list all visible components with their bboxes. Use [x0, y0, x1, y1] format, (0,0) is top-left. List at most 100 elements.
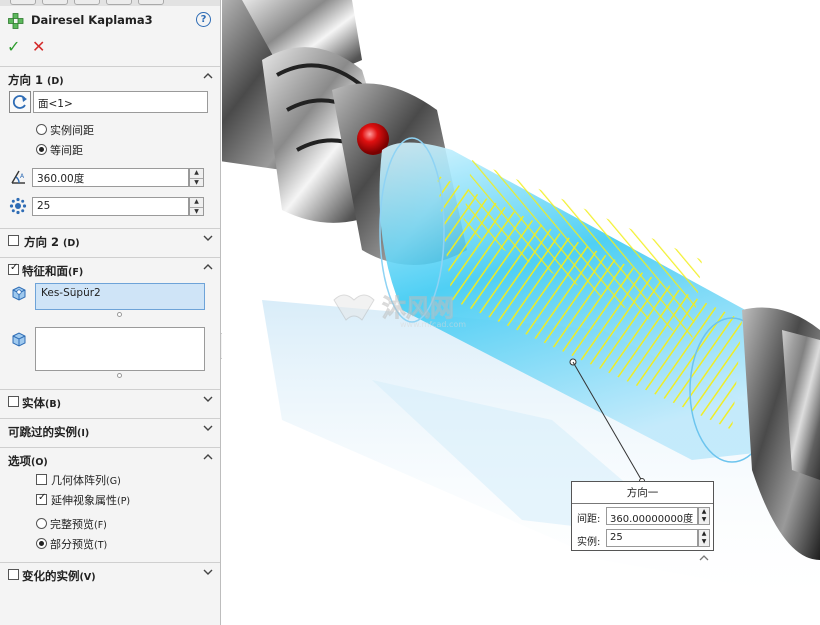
cancel-button[interactable]: ✕ — [32, 37, 45, 56]
angle-icon: A — [11, 170, 25, 184]
tab-configuration-manager[interactable] — [74, 0, 100, 5]
manager-tabs — [0, 0, 220, 6]
instance-count-icon — [9, 197, 27, 215]
partial-preview-text: 部分预览 — [50, 538, 94, 551]
full-preview-text: 完整预览 — [50, 518, 94, 531]
direction2-key: (D) — [63, 238, 80, 249]
skip-instances-title-text: 可跳过的实例 — [8, 425, 77, 439]
section-skip-instances-header[interactable]: 可跳过的实例(I) — [0, 418, 220, 440]
direction1-title-text: 方向 1 — [8, 73, 44, 87]
full-preview-key: (F) — [94, 520, 107, 531]
spin-up-icon[interactable]: ▲ — [190, 169, 203, 178]
angle-spinner[interactable]: ▲ ▼ — [189, 168, 204, 187]
reverse-direction-icon[interactable] — [9, 91, 31, 113]
section-direction2-title: 方向 2 (D) — [24, 234, 80, 250]
direction-callout: 方向一 间距: 360.00000000度 ▲ ▼ 实例: 25 ▲ ▼ — [571, 481, 714, 551]
feature-titlebar: Dairesel Kaplama3 ? — [6, 12, 214, 29]
watermark-url: www.mfcad.com — [400, 320, 466, 329]
watermark-brand: 沐风网 — [382, 294, 454, 322]
propagate-visual-checkbox[interactable] — [36, 492, 47, 505]
spin-down-icon[interactable]: ▼ — [190, 206, 203, 216]
spin-down-icon[interactable]: ▼ — [190, 177, 203, 187]
geometry-pattern-checkbox[interactable] — [36, 474, 47, 485]
features-faces-checkbox[interactable] — [8, 262, 19, 275]
callout-title: 方向一 — [626, 487, 659, 499]
section-features-faces-title: 特征和面(F) — [22, 263, 83, 279]
radio-equal-spacing[interactable] — [36, 144, 47, 155]
chevron-down-icon[interactable] — [203, 567, 213, 577]
callout-instances-label: 实例: — [577, 537, 601, 548]
bodies-key: (B) — [45, 399, 61, 410]
section-varying-instances-title: 变化的实例(V) — [22, 568, 96, 584]
tab-feature-manager[interactable] — [10, 0, 36, 5]
features-faces-key: (F) — [68, 267, 84, 278]
bodies-checkbox[interactable] — [8, 396, 19, 407]
features-to-pattern-icon — [12, 286, 26, 301]
options-key: (O) — [31, 457, 48, 468]
tab-dimxpert-manager[interactable] — [106, 0, 132, 5]
spin-down-icon[interactable]: ▼ — [699, 516, 709, 524]
instance-count-field[interactable]: 25 — [32, 197, 189, 216]
section-bodies-header[interactable]: 实体(B) — [0, 389, 220, 411]
skip-instances-key: (I) — [77, 428, 90, 439]
varying-instances-checkbox[interactable] — [8, 569, 19, 580]
section-bodies-title: 实体(B) — [22, 395, 61, 411]
callout-spacing-spinner[interactable]: ▲ ▼ — [698, 507, 710, 525]
chevron-down-icon[interactable] — [203, 423, 213, 433]
pattern-axis-field[interactable]: 面<1> — [33, 91, 208, 113]
model-render: 沐风网 www.mfcad.com — [222, 0, 820, 600]
ok-button[interactable]: ✓ — [7, 37, 20, 56]
section-options-title: 选项(O) — [8, 453, 48, 469]
direction1-key: (D) — [47, 76, 64, 87]
section-direction2-header[interactable]: 方向 2 (D) — [0, 228, 220, 250]
geometry-pattern-key: (G) — [106, 476, 121, 487]
callout-spacing-field[interactable]: 360.00000000度 — [606, 507, 698, 525]
chevron-down-icon[interactable] — [203, 394, 213, 404]
partial-preview-key: (T) — [94, 540, 108, 551]
spin-up-icon[interactable]: ▲ — [699, 508, 709, 516]
count-spinner[interactable]: ▲ ▼ — [189, 197, 204, 216]
propagate-visual-key: (P) — [117, 496, 131, 507]
callout-collapse-icon[interactable] — [699, 554, 709, 562]
varying-instances-title-text: 变化的实例 — [22, 569, 80, 583]
spin-up-icon[interactable]: ▲ — [699, 530, 709, 538]
svg-text:A: A — [20, 173, 25, 180]
feature-title: Dairesel Kaplama3 — [31, 13, 153, 27]
radio-instance-spacing[interactable] — [36, 124, 47, 135]
direction2-checkbox[interactable] — [8, 235, 19, 246]
tab-property-manager[interactable] — [42, 0, 68, 5]
full-preview-label: 完整预览(F) — [50, 516, 107, 532]
resize-handle-icon[interactable] — [117, 312, 122, 317]
section-varying-instances-header[interactable]: 变化的实例(V) — [0, 562, 220, 584]
chevron-up-icon[interactable] — [203, 452, 213, 462]
section-features-faces-header[interactable]: 特征和面(F) — [0, 257, 220, 279]
section-direction1-title: 方向 1 (D) — [8, 72, 64, 88]
callout-instances-spinner[interactable]: ▲ ▼ — [698, 529, 710, 547]
resize-handle-icon[interactable] — [117, 373, 122, 378]
geometry-pattern-label: 几何体阵列(G) — [51, 472, 121, 488]
callout-instances-field[interactable]: 25 — [606, 529, 698, 547]
section-direction1-header[interactable]: 方向 1 (D) — [0, 66, 220, 88]
direction2-title-text: 方向 2 — [24, 235, 60, 249]
callout-divider — [572, 503, 713, 504]
chevron-down-icon[interactable] — [203, 233, 213, 243]
bodies-title-text: 实体 — [22, 396, 45, 410]
tab-display-manager[interactable] — [138, 0, 164, 5]
features-faces-title-text: 特征和面 — [22, 264, 68, 278]
spin-down-icon[interactable]: ▼ — [699, 538, 709, 546]
partial-preview-label: 部分预览(T) — [50, 536, 107, 552]
radio-partial-preview[interactable] — [36, 538, 47, 549]
features-list[interactable]: Kes-Süpür2 — [35, 283, 205, 310]
features-list-item[interactable]: Kes-Süpür2 — [41, 287, 101, 299]
spin-up-icon[interactable]: ▲ — [190, 198, 203, 207]
angle-field[interactable]: 360.00度 — [32, 168, 189, 187]
help-icon[interactable]: ? — [196, 12, 211, 27]
section-options-header[interactable]: 选项(O) — [0, 447, 220, 469]
geometry-pattern-text: 几何体阵列 — [51, 474, 106, 487]
chevron-up-icon[interactable] — [203, 262, 213, 272]
chevron-up-icon[interactable] — [203, 71, 213, 81]
radio-full-preview[interactable] — [36, 518, 47, 529]
graphics-viewport[interactable]: 沐风网 www.mfcad.com — [222, 0, 820, 625]
propagate-visual-text: 延伸视象属性 — [51, 494, 117, 507]
faces-list[interactable] — [35, 327, 205, 371]
